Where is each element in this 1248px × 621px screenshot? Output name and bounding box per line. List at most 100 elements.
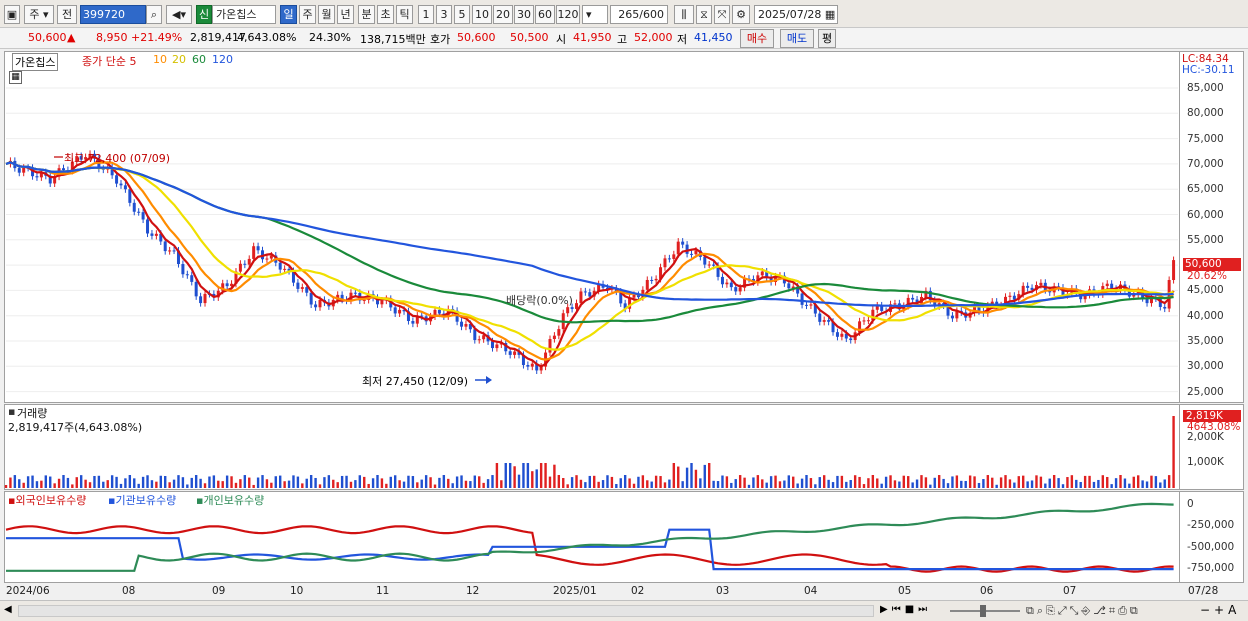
volume-bar: [761, 479, 764, 488]
candle-body: [411, 321, 415, 324]
candle-body: [645, 279, 649, 290]
volume-bar: [376, 475, 379, 488]
volume-bar: [177, 475, 180, 488]
volume-bar: [756, 475, 760, 488]
volume-bar: [792, 476, 795, 488]
candle-body: [804, 304, 808, 306]
candle-body: [681, 241, 685, 245]
x-label-02: 02: [631, 585, 645, 597]
volume-bar: [814, 484, 817, 488]
volume-bar: [929, 484, 932, 488]
zoom-controls[interactable]: −+A: [1200, 603, 1240, 617]
volume-bar: [49, 476, 52, 488]
bottom-bar: ◀ ▶⏮■⏭ ⧉⌕⎘⤢⤡⎆⎇⌗⎙⧉ −+A: [0, 600, 1248, 621]
x-label-07-28: 07/28: [1188, 585, 1219, 597]
volume-bar: [433, 484, 437, 488]
volume-bar: [1061, 484, 1065, 488]
candle-body: [818, 313, 822, 322]
stock-label[interactable]: 가온칩스: [12, 53, 59, 71]
volume-bar: [243, 475, 247, 488]
volume-bar: [93, 475, 96, 488]
ma10-legend: 10: [153, 53, 167, 66]
ma20-legend: 20: [172, 53, 186, 66]
volume-bar: [716, 481, 720, 488]
candle-body: [141, 212, 145, 220]
volume-bar: [968, 475, 972, 488]
candle-body: [676, 241, 680, 255]
volume-bar: [491, 475, 494, 488]
zoom-slider-handle[interactable]: [980, 605, 986, 617]
x-label-12: 12: [466, 585, 480, 597]
volume-bar: [1075, 479, 1078, 488]
candle-body: [380, 300, 384, 305]
low-annotation: 최저 27,450 (12/09): [362, 375, 469, 388]
candle-body: [168, 250, 172, 252]
volume-bar: [1159, 482, 1162, 488]
volume-bar: [371, 478, 375, 488]
volume-bar: [31, 475, 34, 488]
volume-bar: [898, 481, 901, 488]
volume-bar: [265, 479, 269, 488]
candle-body: [787, 283, 791, 289]
volume-bar: [495, 463, 499, 488]
volume-bar: [451, 483, 454, 488]
volume-bar: [283, 481, 286, 488]
candle-body: [185, 274, 189, 276]
playback-controls[interactable]: ▶⏮■⏭: [880, 604, 931, 615]
volume-bar: [79, 475, 83, 488]
volume-bar: [1066, 477, 1069, 488]
scroll-left-icon[interactable]: ◀: [4, 604, 16, 618]
candle-body: [734, 287, 738, 292]
volume-bar: [1017, 476, 1020, 488]
volume-bar: [469, 481, 472, 488]
grid-icon[interactable]: ▦: [9, 71, 22, 84]
volume-bar: [332, 479, 335, 488]
candle-body: [552, 335, 556, 340]
volume-bar: [84, 479, 87, 488]
x-label-2024-06: 2024/06: [6, 585, 50, 597]
candle-body: [128, 189, 132, 203]
volume-bar: [884, 476, 888, 488]
candle-body: [579, 291, 583, 304]
volume-bar: [389, 476, 392, 488]
tool-icons[interactable]: ⧉⌕⎘⤢⤡⎆⎇⌗⎙⧉: [1026, 604, 1141, 618]
volume-bar: [601, 480, 605, 488]
candle-body: [181, 264, 185, 275]
volume-bar: [610, 476, 614, 488]
hold-tick-750k: -750,000: [1187, 562, 1235, 574]
volume-bar: [221, 481, 224, 488]
price-tick: 85,000: [1187, 82, 1224, 94]
volume-bar: [668, 479, 671, 488]
candle-body: [460, 321, 464, 327]
volume-bar: [146, 475, 149, 488]
volume-bar: [1154, 476, 1158, 488]
volume-bar: [1004, 475, 1007, 488]
volume-bar: [194, 475, 198, 488]
volume-bar: [1026, 481, 1029, 488]
price-tick: 25,000: [1187, 385, 1224, 398]
candle-body: [238, 263, 242, 272]
candle-body: [729, 282, 733, 288]
volume-bar: [911, 482, 914, 488]
volume-bar: [796, 483, 799, 488]
volume-bar: [531, 471, 534, 488]
volume-bar: [106, 480, 109, 488]
volume-bar: [553, 464, 556, 488]
volume-bar: [442, 475, 446, 488]
candle-body: [849, 338, 853, 341]
volume-bar: [831, 482, 835, 488]
volume-bar: [199, 478, 202, 488]
volume-bar: [301, 483, 304, 488]
volume-bar: [44, 475, 48, 488]
candle-body: [685, 244, 689, 254]
horizontal-scrollbar[interactable]: [18, 605, 874, 617]
volume-bar: [1070, 475, 1074, 488]
volume-bar: [1039, 476, 1043, 488]
x-label-05: 05: [898, 585, 912, 597]
candle-body: [495, 344, 499, 349]
volume-bar: [915, 479, 919, 488]
candle-body: [243, 263, 247, 265]
volume-bar: [588, 475, 591, 488]
volume-bar: [902, 475, 905, 488]
candle-body: [314, 304, 318, 308]
